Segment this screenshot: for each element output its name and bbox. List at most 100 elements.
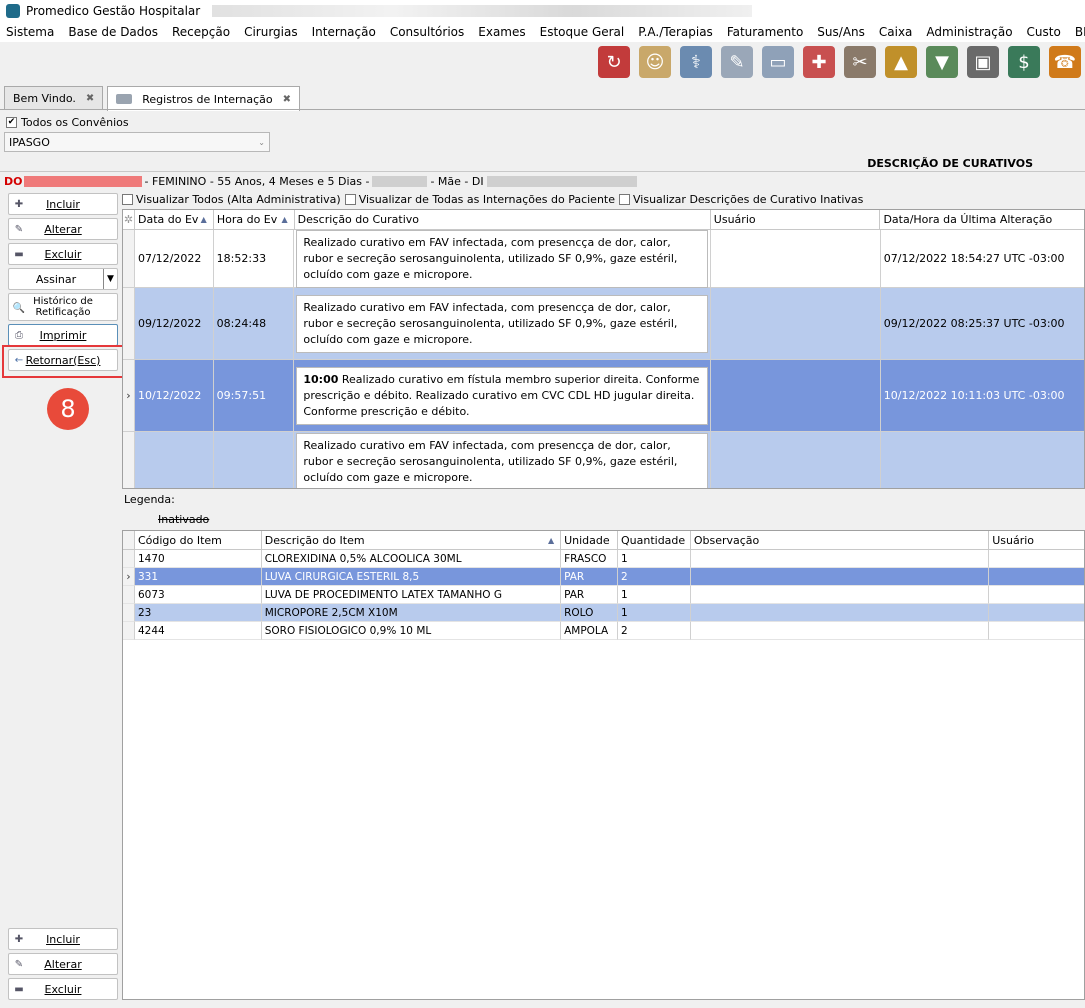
visualizar-internacoes-checkbox[interactable] bbox=[344, 194, 356, 205]
stock-up-icon[interactable]: ▲ bbox=[885, 46, 917, 78]
incluir-button[interactable]: ✚ Incluir bbox=[8, 193, 118, 215]
column-header-data[interactable]: Data do Ev ▲ bbox=[135, 210, 214, 229]
cell-data: 07/12/2022 bbox=[135, 230, 214, 287]
column-header-quantidade[interactable]: Quantidade bbox=[618, 531, 691, 549]
document-sign-icon[interactable]: ✎ bbox=[721, 46, 753, 78]
assinar-button[interactable]: Assinar ▼ bbox=[8, 268, 118, 290]
medical-supplies-icon[interactable]: ✂ bbox=[844, 46, 876, 78]
patient-details: - FEMININO - 55 Anos, 4 Meses e 5 Dias - bbox=[144, 175, 370, 188]
visualizar-inativas-checkbox[interactable] bbox=[619, 194, 631, 205]
tab-registros-internacao[interactable]: Registros de Internação ✖ bbox=[107, 86, 300, 111]
column-header-descricao-item[interactable]: Descrição do Item ▲ bbox=[262, 531, 562, 549]
row-indicator: › bbox=[123, 360, 135, 431]
physician-icon[interactable]: ⚕ bbox=[680, 46, 712, 78]
phone-icon[interactable]: ☎ bbox=[1049, 46, 1081, 78]
menu-item-base-de-dados[interactable]: Base de Dados bbox=[68, 25, 158, 39]
todos-convenios-checkbox[interactable]: ✔ bbox=[6, 117, 17, 128]
safe-icon[interactable]: ▣ bbox=[967, 46, 999, 78]
menu-item-recep-o[interactable]: Recepção bbox=[172, 25, 230, 39]
curativo-row[interactable]: 09/12/2022 08:24:48 Realizado curativo em … bbox=[123, 288, 1084, 360]
item-row[interactable]: 6073 LUVA DE PROCEDIMENTO LATEX TAMANHO G… bbox=[123, 586, 1084, 604]
sync-users-icon[interactable]: ↻ bbox=[598, 46, 630, 78]
menu-item-caixa[interactable]: Caixa bbox=[879, 25, 913, 39]
cell-observacao bbox=[690, 568, 990, 586]
descricao-text: Realizado curativo em FAV infectada, com… bbox=[296, 432, 709, 488]
column-header-unidade[interactable]: Unidade bbox=[561, 531, 618, 549]
tab-strip: Bem Vindo. ✖ Registros de Internação ✖ bbox=[4, 86, 304, 111]
menu-item-sus-ans[interactable]: Sus/Ans bbox=[817, 25, 865, 39]
column-header-alteracao[interactable]: Data/Hora da Última Alteração bbox=[880, 210, 1084, 229]
convenio-select[interactable]: IPASGO ⌄ bbox=[4, 132, 270, 152]
item-row[interactable]: 4244 SORO FISIOLOGICO 0,9% 10 ML AMPOLA 2 bbox=[123, 622, 1084, 640]
menu-item-exames[interactable]: Exames bbox=[478, 25, 525, 39]
column-header-hora[interactable]: Hora do Ev ▲ bbox=[214, 210, 295, 229]
tab-label: Bem Vindo. bbox=[13, 92, 76, 105]
alterar-button[interactable]: ✎ Alterar bbox=[8, 218, 118, 240]
hospital-bed-icon[interactable]: ▭ bbox=[762, 46, 794, 78]
cell-usuario bbox=[711, 432, 881, 488]
item-row[interactable]: 1470 CLOREXIDINA 0,5% ALCOOLICA 30ML FRASC… bbox=[123, 550, 1084, 568]
tab-divider bbox=[0, 109, 1085, 110]
cell-codigo: 23 bbox=[134, 604, 262, 622]
incluir-item-button[interactable]: ✚ Incluir bbox=[8, 928, 118, 950]
doctors-icon[interactable]: ☺ bbox=[639, 46, 671, 78]
menu-item-estoque-geral[interactable]: Estoque Geral bbox=[540, 25, 625, 39]
chevron-down-icon: ⌄ bbox=[258, 137, 265, 147]
cell-alteracao: 07/12/2022 18:54:27 UTC -03:00 bbox=[883, 252, 1065, 265]
excluir-item-button[interactable]: ▬ Excluir bbox=[8, 978, 118, 1000]
historico-retificacao-button[interactable]: 🔍 Histórico de Retificação bbox=[8, 293, 118, 321]
tab-bem-vindo[interactable]: Bem Vindo. ✖ bbox=[4, 86, 104, 110]
curativo-row[interactable]: 07/12/2022 18:52:33 Realizado curativo em … bbox=[123, 229, 1084, 288]
menu-item-faturamento[interactable]: Faturamento bbox=[727, 25, 803, 39]
menu-item-interna-o[interactable]: Internação bbox=[312, 25, 376, 39]
row-indicator bbox=[123, 288, 135, 359]
ambulance-icon[interactable]: ✚ bbox=[803, 46, 835, 78]
row-indicator bbox=[123, 622, 135, 640]
row-indicator-header bbox=[123, 531, 135, 549]
sort-asc-icon: ▲ bbox=[200, 215, 207, 224]
curativo-row[interactable]: Realizado curativo em FAV infectada, com… bbox=[123, 432, 1084, 488]
menu-item-administra-o[interactable]: Administração bbox=[926, 25, 1012, 39]
column-header-descricao[interactable]: Descrição do Curativo bbox=[295, 210, 711, 229]
tab-label: Registros de Internação bbox=[142, 92, 273, 106]
menu-item-cirurgias[interactable]: Cirurgias bbox=[244, 25, 298, 39]
excluir-button[interactable]: ▬ Excluir bbox=[8, 243, 118, 265]
dropdown-arrow-icon[interactable]: ▼ bbox=[103, 269, 117, 289]
menu-bar: Sistema Base de Dados Recepção Cirurgias Int… bbox=[0, 22, 1085, 42]
grid-settings-icon[interactable]: ✲ bbox=[123, 210, 135, 229]
section-title: DESCRIÇÃO DE CURATIVOS bbox=[867, 157, 1033, 170]
column-header-codigo[interactable]: Código do Item bbox=[135, 531, 262, 549]
column-header-usuario-item[interactable]: Usuário bbox=[989, 531, 1084, 549]
menu-item-sistema[interactable]: Sistema bbox=[6, 25, 54, 39]
item-row[interactable]: 23 MICROPORE 2,5CM X10M ROLO 1 bbox=[123, 604, 1084, 622]
close-tab-icon[interactable]: ✖ bbox=[86, 93, 94, 104]
imprimir-button[interactable]: ⎙ Imprimir bbox=[8, 324, 118, 346]
menu-item-p-a-terapias[interactable]: P.A./Terapias bbox=[638, 25, 713, 39]
menu-item-bi[interactable]: BI bbox=[1075, 25, 1085, 39]
cell-usuario bbox=[711, 230, 881, 287]
visualizar-todos-checkbox[interactable] bbox=[122, 194, 133, 205]
column-header-usuario[interactable]: Usuário bbox=[711, 210, 881, 229]
cell-codigo: 331 bbox=[134, 568, 262, 586]
menu-item-custo[interactable]: Custo bbox=[1027, 25, 1061, 39]
pencil-icon: ✎ bbox=[14, 223, 24, 235]
itens-action-buttons: ✚ Incluir ✎ Alterar ▬ Excluir bbox=[8, 928, 120, 1003]
current-row-arrow-icon: › bbox=[126, 570, 131, 583]
stock-down-icon[interactable]: ▼ bbox=[926, 46, 958, 78]
column-header-observacao[interactable]: Observação bbox=[691, 531, 990, 549]
item-row[interactable]: › 331 LUVA CIRURGICA ESTERIL 8,5 PAR 2 bbox=[123, 568, 1084, 586]
cell-quantidade: 1 bbox=[617, 604, 691, 622]
billing-icon[interactable]: $ bbox=[1008, 46, 1040, 78]
visualizar-todos-label: Visualizar Todos (Alta Administrativa) bbox=[136, 193, 341, 206]
close-tab-icon[interactable]: ✖ bbox=[283, 94, 291, 105]
mother-label: - Mãe - DI bbox=[430, 175, 484, 188]
menu-item-consult-rios[interactable]: Consultórios bbox=[390, 25, 464, 39]
main-toolbar: ↻ ☺ ⚕ ✎ ▭ ✚ ✂ ▲ ▼ ▣ $ ☎ bbox=[598, 46, 1085, 84]
itens-grid: Código do Item Descrição do Item ▲ Unidad… bbox=[122, 530, 1085, 1000]
curativo-row[interactable]: › 10/12/2022 09:57:51 10:00 Realizado curat… bbox=[123, 360, 1084, 432]
cell-unidade: PAR bbox=[561, 586, 618, 604]
annotation-highlight-box bbox=[2, 345, 134, 378]
cell-unidade: FRASCO bbox=[561, 550, 618, 568]
annotation-step-badge: 8 bbox=[47, 388, 89, 430]
alterar-item-button[interactable]: ✎ Alterar bbox=[8, 953, 118, 975]
